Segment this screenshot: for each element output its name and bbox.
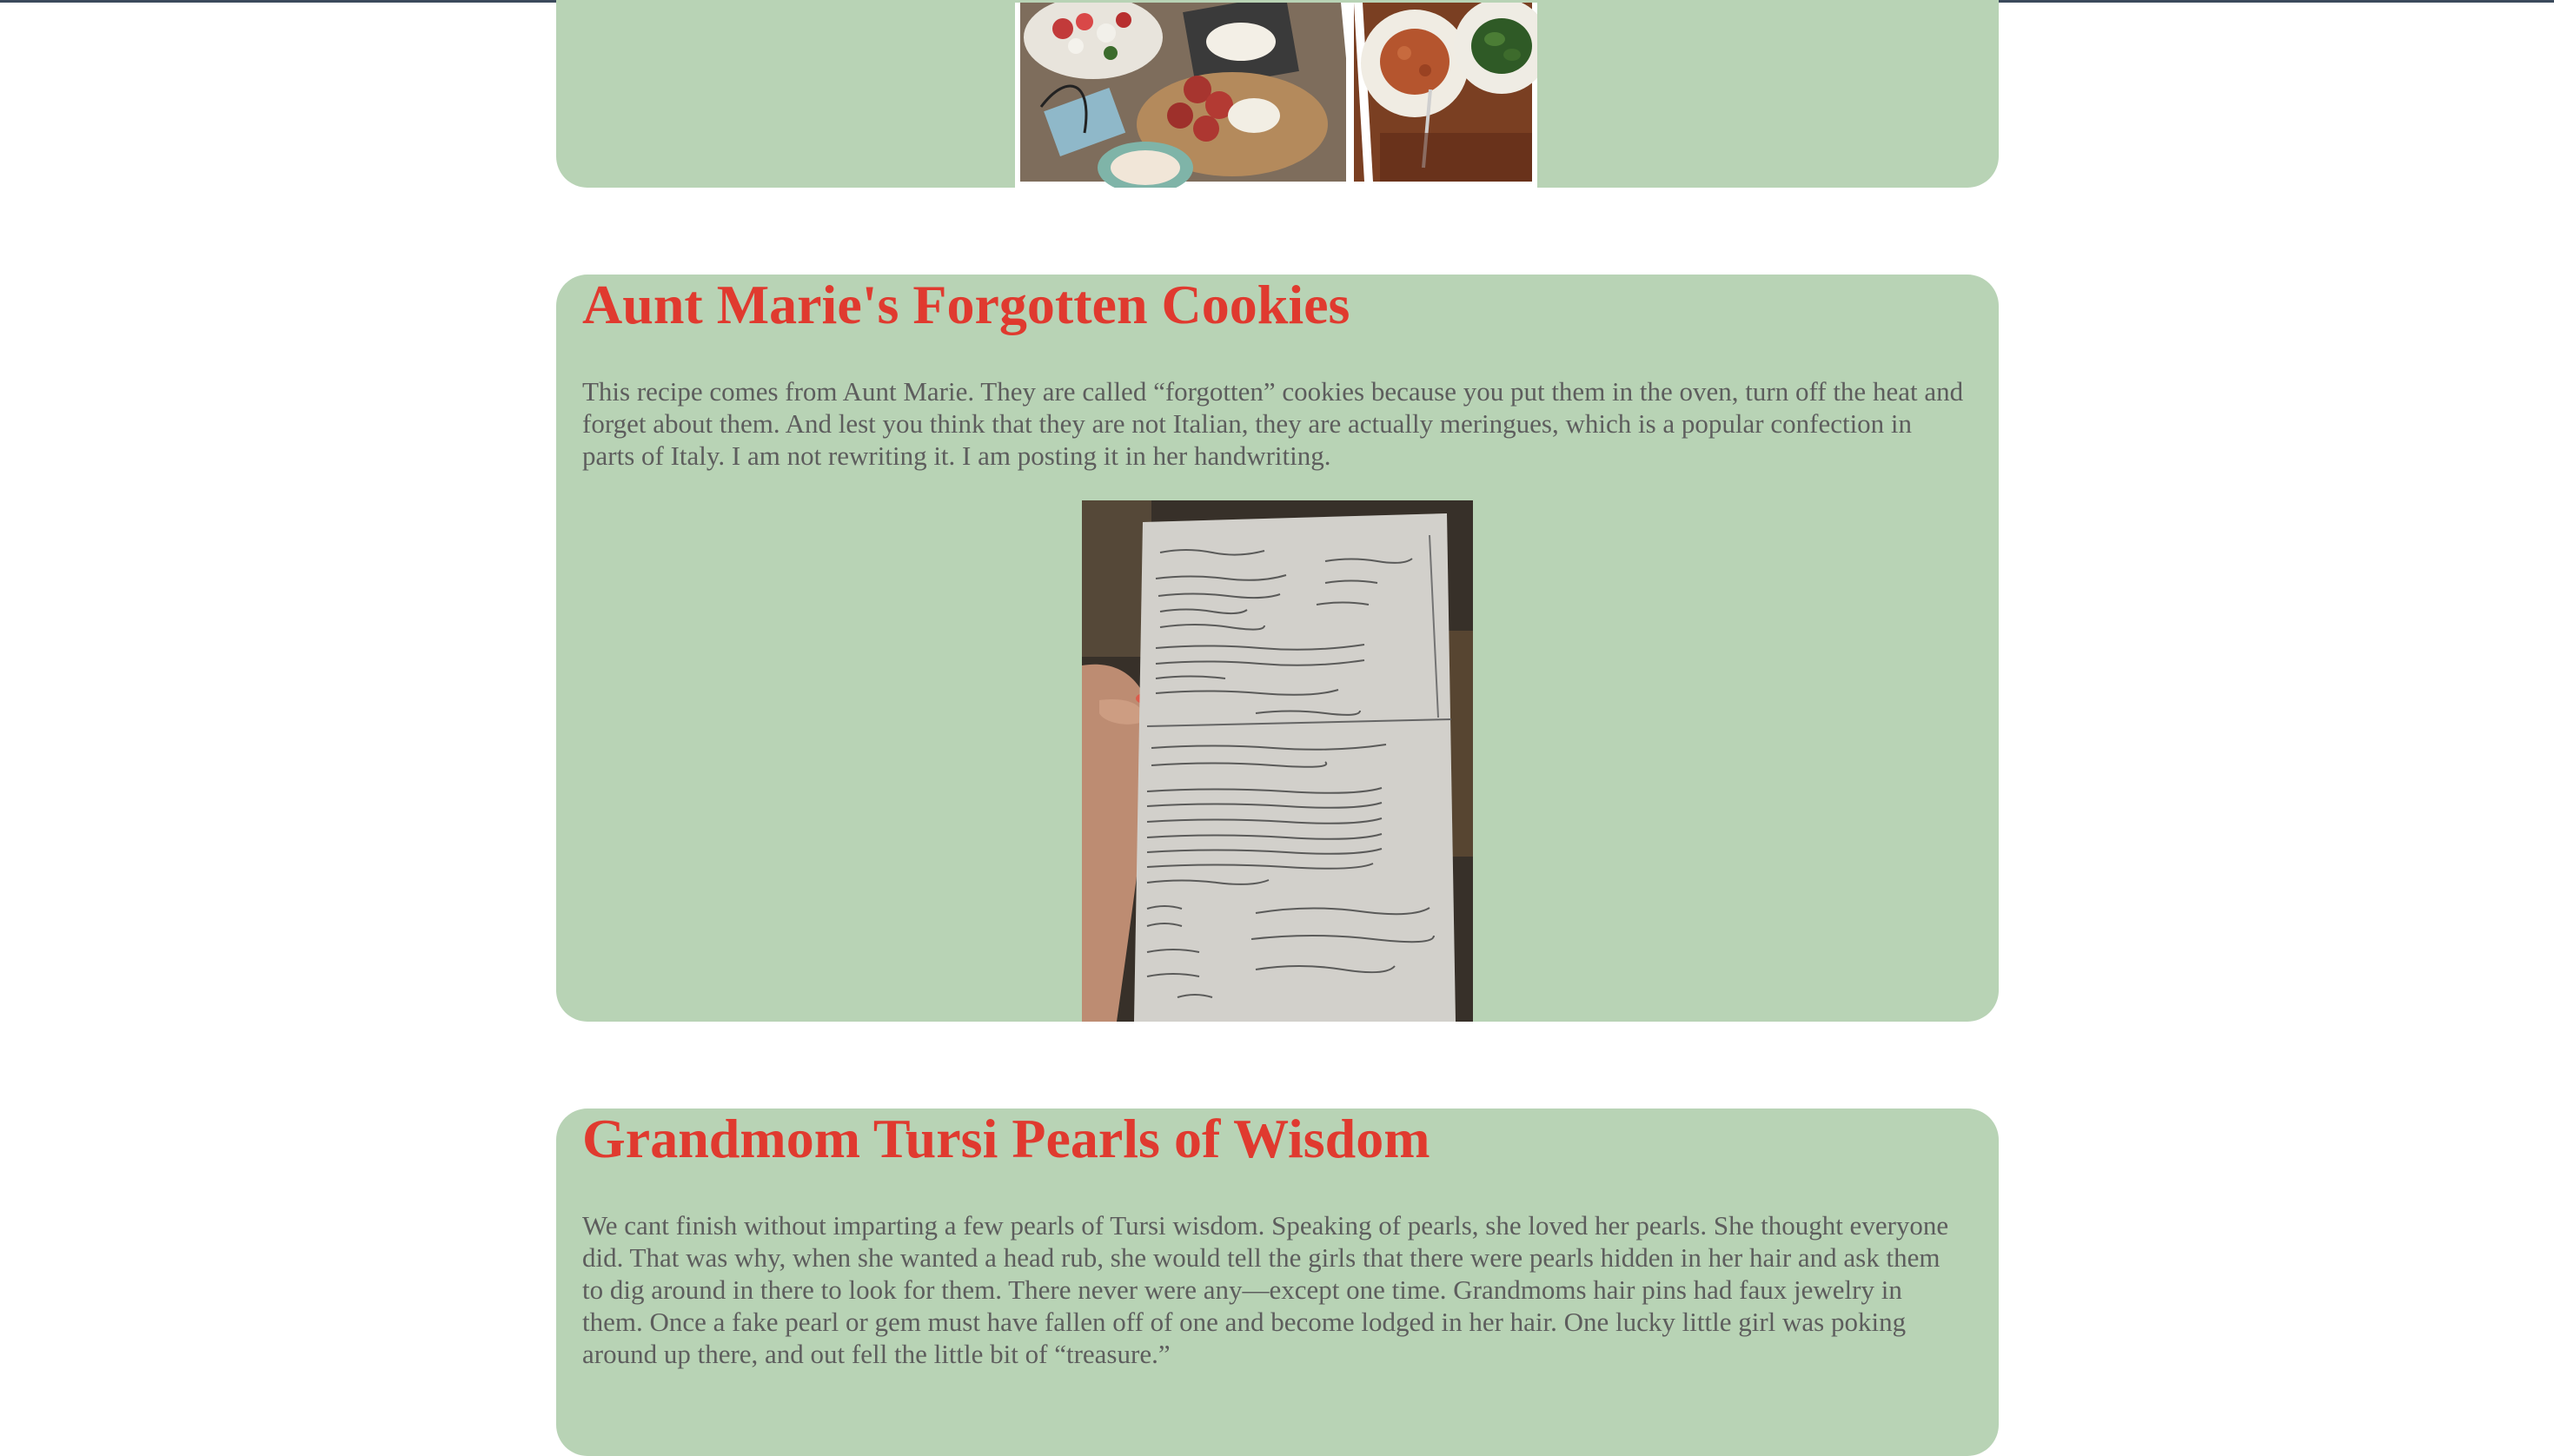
antipasto-photo xyxy=(1015,3,1537,188)
section-title: Grandmom Tursi Pearls of Wisdom xyxy=(582,1108,1430,1169)
section-body: This recipe comes from Aunt Marie. They … xyxy=(582,376,1964,471)
story-card-pearls-of-wisdom: Grandmom Tursi Pearls of Wisdom We cant … xyxy=(556,1108,1999,1456)
section-body: We cant finish without imparting a few p… xyxy=(582,1210,1949,1369)
section-title: Aunt Marie's Forgotten Cookies xyxy=(582,274,1350,335)
handwritten-recipe-photo xyxy=(1082,500,1473,1022)
